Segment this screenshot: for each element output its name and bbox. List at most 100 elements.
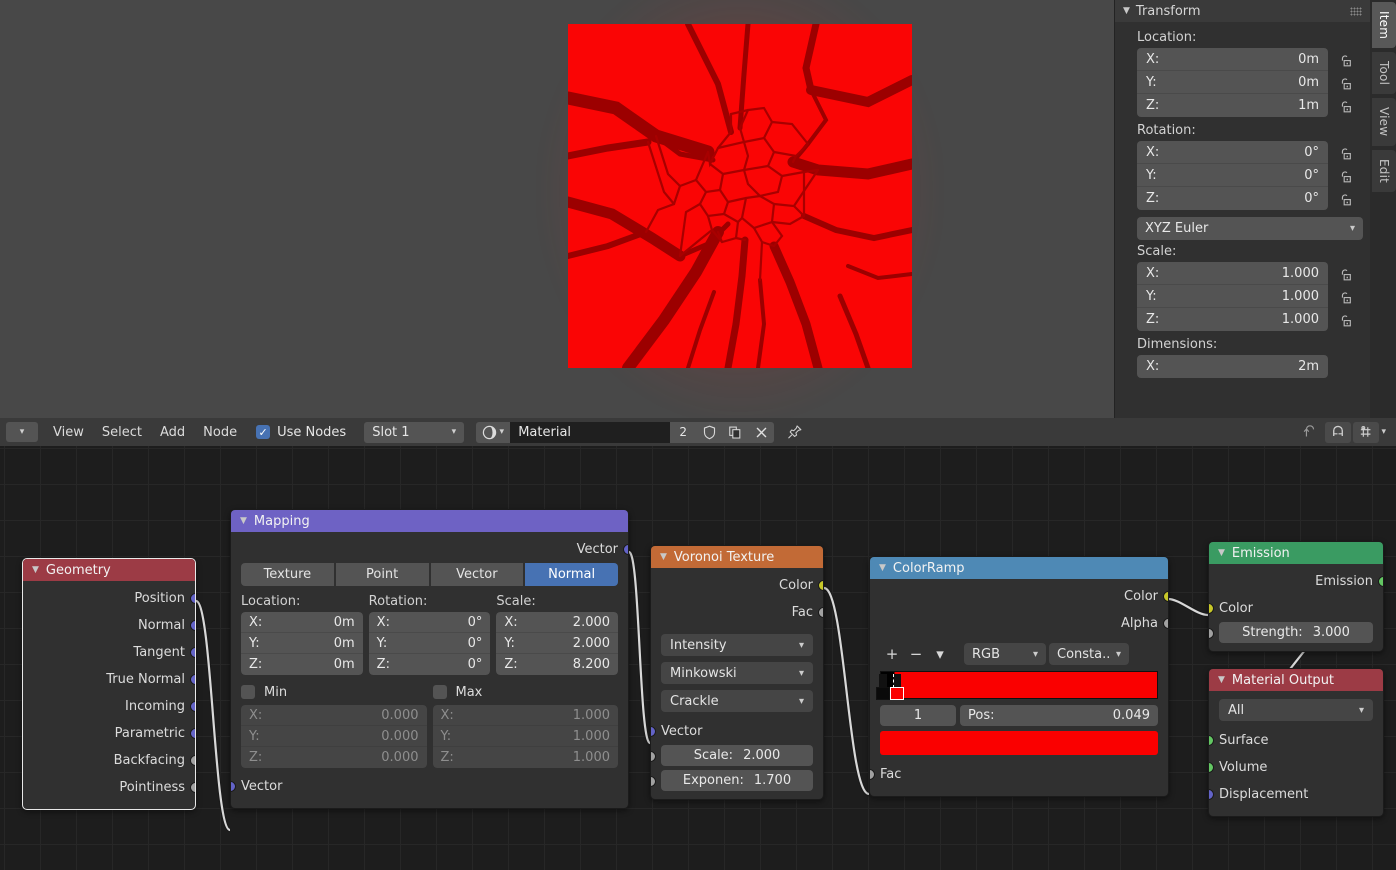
- voronoi-coloring-dropdown[interactable]: Intensity ▾: [661, 634, 813, 656]
- socket-volume-in[interactable]: [1209, 762, 1214, 773]
- material-name-input[interactable]: Material: [510, 421, 671, 443]
- colorramp-active-index[interactable]: 1: [880, 705, 956, 726]
- collapse-triangle-icon[interactable]: ▼: [1123, 6, 1130, 16]
- fake-user-button[interactable]: [696, 421, 723, 443]
- node-emission-header[interactable]: ▼ Emission: [1209, 542, 1383, 564]
- socket-vector-out[interactable]: [623, 544, 628, 555]
- mapping-type-vector[interactable]: Vector: [430, 563, 524, 586]
- node-mapping[interactable]: ▼ Mapping Vector Texture Point Vector No…: [230, 509, 629, 809]
- new-material-button[interactable]: [722, 421, 749, 443]
- sidebar-tab-tool[interactable]: Tool: [1372, 52, 1396, 95]
- colorramp-interpolation-dropdown[interactable]: Consta.. ▾: [1049, 643, 1129, 665]
- collapse-triangle-icon[interactable]: ▼: [660, 552, 667, 562]
- location-z-field[interactable]: Z: 1m: [1137, 94, 1328, 117]
- add-stop-button[interactable]: +: [880, 643, 904, 665]
- voronoi-scale-field[interactable]: Scale: 2.000: [661, 745, 813, 766]
- socket-parametric[interactable]: [190, 728, 195, 739]
- geometry-output-incoming[interactable]: Incoming: [23, 693, 195, 720]
- socket-vector-in[interactable]: [231, 781, 236, 792]
- collapse-triangle-icon[interactable]: ▼: [1218, 675, 1225, 685]
- material-output-input-surface[interactable]: Surface: [1209, 727, 1383, 754]
- material-users-count[interactable]: 2: [670, 421, 697, 443]
- snap-toggle-button[interactable]: [1325, 421, 1352, 443]
- use-nodes-checkbox[interactable]: ✓ Use Nodes: [246, 425, 354, 440]
- location-x-field[interactable]: X: 0m: [1137, 48, 1328, 71]
- socket-color-in[interactable]: [1209, 603, 1214, 614]
- lock-icon[interactable]: [1338, 291, 1353, 305]
- geometry-output-backfacing[interactable]: Backfacing: [23, 747, 195, 774]
- collapse-triangle-icon[interactable]: ▼: [1218, 548, 1225, 558]
- voronoi-output-color[interactable]: Color: [651, 572, 823, 599]
- geometry-output-true-normal[interactable]: True Normal: [23, 666, 195, 693]
- emission-strength-field[interactable]: Strength: 3.000: [1219, 622, 1373, 643]
- voronoi-distance-dropdown[interactable]: Minkowski ▾: [661, 662, 813, 684]
- node-geometry-header[interactable]: ▼ Geometry: [23, 559, 195, 581]
- colorramp-pos-field[interactable]: Pos: 0.049: [960, 705, 1158, 726]
- socket-true-normal[interactable]: [190, 674, 195, 685]
- node-mapping-header[interactable]: ▼ Mapping: [231, 510, 628, 532]
- colorramp-menu-button[interactable]: ▾: [928, 643, 952, 665]
- voronoi-output-fac[interactable]: Fac: [651, 599, 823, 626]
- mapping-min-y[interactable]: Y: 0.000: [241, 726, 427, 747]
- node-colorramp[interactable]: ▼ ColorRamp Color Alpha + − ▾ RGB ▾ Cons…: [869, 556, 1169, 797]
- socket-scale-in[interactable]: [651, 750, 656, 762]
- socket-incoming[interactable]: [190, 701, 195, 712]
- mapping-max-checkbox[interactable]: Max: [432, 679, 619, 705]
- mapping-max-y[interactable]: Y: 1.000: [432, 726, 618, 747]
- lock-icon[interactable]: [1338, 170, 1353, 184]
- node-voronoi-texture[interactable]: ▼ Voronoi Texture Color Fac Intensity ▾: [650, 545, 824, 800]
- scale-z-field[interactable]: Z: 1.000: [1137, 308, 1328, 331]
- unlink-material-button[interactable]: [748, 421, 775, 443]
- colorramp-active-color-swatch[interactable]: [880, 731, 1158, 755]
- socket-fac-out[interactable]: [818, 607, 823, 618]
- colorramp-output-color[interactable]: Color: [870, 583, 1168, 610]
- remove-stop-button[interactable]: −: [904, 643, 928, 665]
- mapping-scale-z[interactable]: Z: 8.200: [496, 654, 619, 675]
- lock-icon[interactable]: [1338, 77, 1353, 91]
- socket-color-out[interactable]: [1163, 591, 1168, 602]
- lock-icon[interactable]: [1338, 100, 1353, 114]
- mapping-type-point[interactable]: Point: [335, 563, 429, 586]
- mapping-input-vector[interactable]: Vector: [231, 773, 628, 800]
- node-material-output[interactable]: ▼ Material Output All ▾ Surface Volume D…: [1208, 668, 1384, 817]
- node-emission[interactable]: ▼ Emission Emission Color Strength: 3.00…: [1208, 541, 1384, 652]
- voronoi-input-vector[interactable]: Vector: [651, 718, 823, 745]
- transform-panel-header[interactable]: ▼ Transform: [1115, 0, 1370, 22]
- lock-icon[interactable]: [1338, 268, 1353, 282]
- socket-position[interactable]: [190, 593, 195, 604]
- socket-tangent[interactable]: [190, 647, 195, 658]
- socket-alpha-out[interactable]: [1163, 618, 1168, 629]
- location-y-field[interactable]: Y: 0m: [1137, 71, 1328, 94]
- socket-pointiness[interactable]: [190, 782, 195, 793]
- material-output-input-volume[interactable]: Volume: [1209, 754, 1383, 781]
- material-slot-dropdown[interactable]: Slot 1 ▾: [364, 421, 465, 443]
- chevron-down-icon[interactable]: ▾: [1381, 427, 1386, 437]
- node-geometry[interactable]: ▼ Geometry Position Normal Tangent True …: [22, 558, 196, 810]
- mapping-scale-x[interactable]: X: 2.000: [496, 612, 619, 633]
- mapping-scale-y[interactable]: Y: 2.000: [496, 633, 619, 654]
- socket-emission-out[interactable]: [1378, 576, 1383, 587]
- rotation-x-field[interactable]: X: 0°: [1137, 141, 1328, 164]
- lock-icon[interactable]: [1338, 193, 1353, 207]
- socket-exponent-in[interactable]: [651, 775, 656, 787]
- emission-output-emission[interactable]: Emission: [1209, 568, 1383, 595]
- sidebar-tab-edit[interactable]: Edit: [1372, 149, 1396, 192]
- menu-select[interactable]: Select: [93, 422, 151, 442]
- socket-strength-in[interactable]: [1209, 627, 1214, 639]
- geometry-output-normal[interactable]: Normal: [23, 612, 195, 639]
- node-colorramp-header[interactable]: ▼ ColorRamp: [870, 557, 1168, 579]
- lock-icon[interactable]: [1338, 147, 1353, 161]
- mapping-min-checkbox[interactable]: Min: [241, 679, 427, 705]
- drag-grip-icon[interactable]: [1350, 6, 1362, 16]
- sidebar-tab-view[interactable]: View: [1372, 98, 1396, 146]
- mapping-location-z[interactable]: Z: 0m: [241, 654, 363, 675]
- colorramp-stop-1[interactable]: [890, 674, 904, 700]
- mapping-location-x[interactable]: X: 0m: [241, 612, 363, 633]
- menu-node[interactable]: Node: [194, 422, 246, 442]
- mapping-rotation-y[interactable]: Y: 0°: [368, 633, 491, 654]
- socket-backfacing[interactable]: [190, 755, 195, 766]
- snap-to-parent-button[interactable]: [1297, 422, 1323, 443]
- voronoi-exponent-field[interactable]: Exponen: 1.700: [661, 770, 813, 791]
- node-material-output-header[interactable]: ▼ Material Output: [1209, 669, 1383, 691]
- socket-vector-in[interactable]: [651, 726, 656, 737]
